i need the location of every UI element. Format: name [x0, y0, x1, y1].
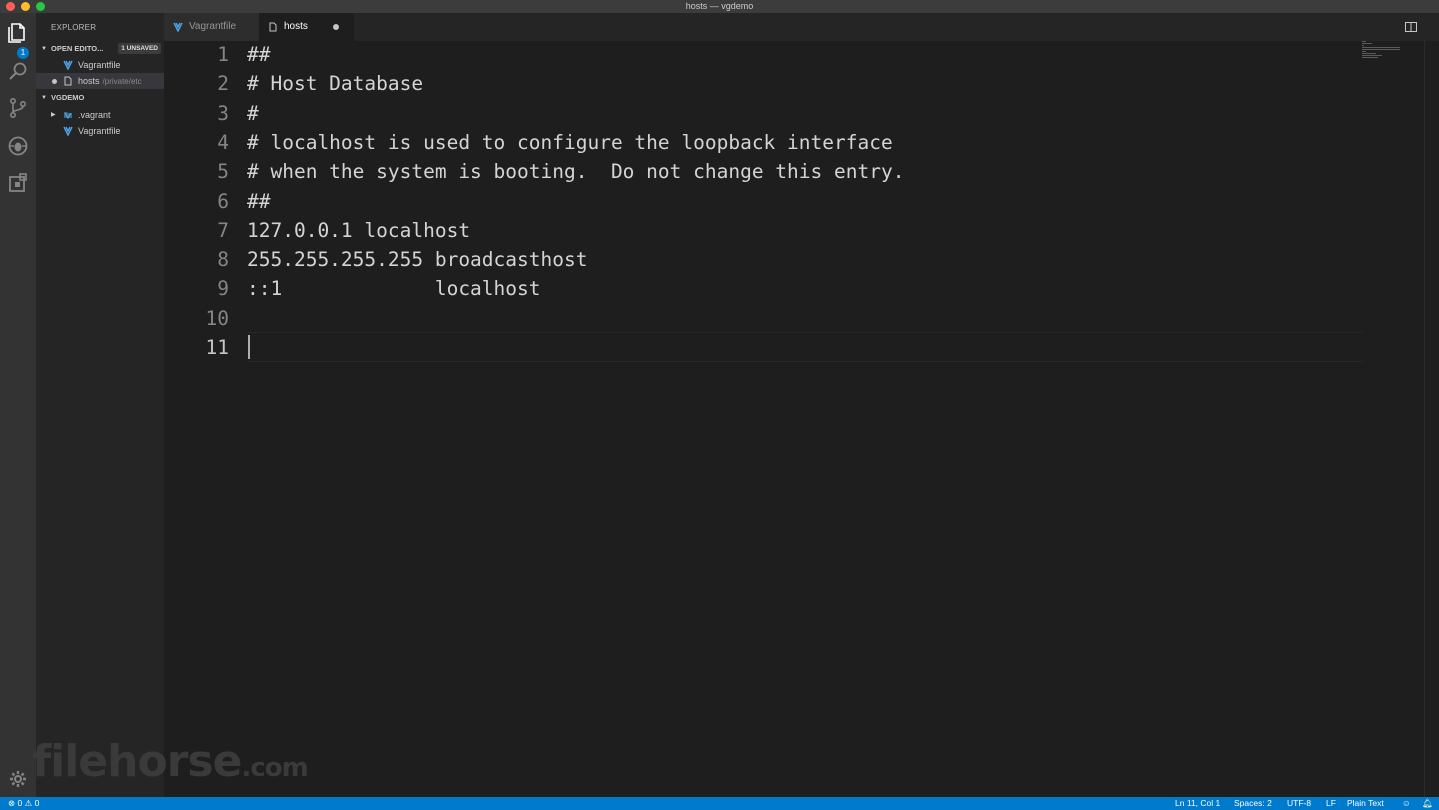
- line-text: 127.0.0.1 localhost: [247, 218, 471, 242]
- extensions-icon[interactable]: [6, 171, 30, 195]
- search-icon[interactable]: [6, 59, 30, 83]
- source-control-icon[interactable]: [6, 96, 30, 120]
- vertical-scrollbar[interactable]: [1424, 41, 1439, 797]
- line-text: #: [247, 101, 259, 125]
- minimap[interactable]: [1362, 41, 1407, 61]
- cursor-position[interactable]: Ln 11, Col 1: [1175, 797, 1220, 810]
- text-cursor: [248, 335, 250, 359]
- code-line[interactable]: 8 255.255.255.255 broadcasthost: [164, 245, 1364, 274]
- smiley-icon[interactable]: ☺: [1402, 797, 1411, 810]
- line-number: 3: [217, 101, 229, 125]
- split-editor-icon[interactable]: [1405, 22, 1417, 32]
- file-icon: [269, 22, 277, 32]
- code-line[interactable]: 11: [164, 333, 1364, 362]
- problems-indicator[interactable]: ⊗ 0 ⚠ 0: [8, 797, 39, 810]
- debug-icon[interactable]: [6, 134, 30, 158]
- line-number: 7: [217, 218, 229, 242]
- vagrant-folder-icon: [64, 112, 72, 120]
- workspace-label: VGDEMO: [51, 93, 85, 102]
- open-editor-item-hosts[interactable]: hosts/private/etc: [36, 73, 164, 89]
- line-number: 9: [217, 277, 229, 301]
- error-icon: ⊗: [8, 798, 16, 808]
- open-editor-name: Vagrantfile: [78, 60, 121, 70]
- unsaved-dot-icon: [52, 79, 57, 84]
- line-text: 255.255.255.255 broadcasthost: [247, 248, 588, 272]
- chevron-down-icon: ▼: [41, 46, 47, 52]
- eol-setting[interactable]: LF: [1326, 797, 1336, 810]
- workspace-header[interactable]: ▼ VGDEMO: [36, 91, 164, 105]
- window-maximize-button[interactable]: [36, 2, 45, 11]
- line-number: 4: [217, 130, 229, 154]
- sidebar-title: EXPLORER: [51, 23, 97, 32]
- open-editor-name: hosts: [78, 76, 100, 86]
- line-number: 10: [205, 306, 229, 330]
- encoding-setting[interactable]: UTF-8: [1287, 797, 1311, 810]
- vagrant-file-icon: [63, 60, 73, 70]
- language-mode[interactable]: Plain Text: [1347, 797, 1384, 810]
- open-editor-path: /private/etc: [102, 77, 142, 86]
- open-editors-label: OPEN EDITO...: [51, 44, 104, 53]
- indentation-setting[interactable]: Spaces: 2: [1234, 797, 1272, 810]
- vagrant-file-icon: [63, 126, 73, 136]
- code-line[interactable]: 5 # when the system is booting. Do not ch…: [164, 157, 1364, 186]
- tab-label: hosts: [284, 21, 308, 32]
- line-text: ##: [247, 43, 271, 66]
- tab-hosts[interactable]: hosts: [259, 13, 354, 41]
- warning-icon: ⚠: [24, 798, 33, 808]
- explorer-badge: 1: [17, 47, 29, 59]
- window-minimize-button[interactable]: [21, 2, 30, 11]
- tab-label: Vagrantfile: [189, 21, 237, 32]
- line-text: ::1 localhost: [247, 277, 541, 301]
- editor-tab-bar: Vagrantfile hosts: [164, 13, 1439, 41]
- error-count: 0: [17, 798, 23, 808]
- code-editor[interactable]: 1 ## 2 # Host Database 3 #4 # localhost is use…: [164, 41, 1439, 797]
- window-close-button[interactable]: [6, 2, 15, 11]
- chevron-down-icon: ▼: [41, 95, 47, 101]
- warning-count: 0: [34, 798, 40, 808]
- file-icon: [64, 76, 72, 86]
- tab-vagrantfile[interactable]: Vagrantfile: [164, 13, 259, 41]
- code-line[interactable]: 6 ##: [164, 187, 1364, 216]
- code-line[interactable]: 10: [164, 304, 1364, 333]
- tree-item-vagrantfile[interactable]: Vagrantfile: [36, 123, 164, 139]
- open-editor-item-vagrantfile[interactable]: Vagrantfile: [36, 57, 164, 73]
- activity-bar: 1: [0, 13, 36, 797]
- unsaved-dot-icon[interactable]: [333, 24, 339, 30]
- bell-icon[interactable]: 🔔︎: [1422, 797, 1433, 810]
- code-line[interactable]: 4 # localhost is used to configure the lo…: [164, 128, 1364, 157]
- code-line[interactable]: 1 ##: [164, 40, 1364, 69]
- explorer-sidebar: EXPLORER ▼ OPEN EDITO... 1 UNSAVED Vagra…: [36, 13, 164, 797]
- open-editors-header[interactable]: ▼ OPEN EDITO... 1 UNSAVED: [36, 42, 164, 56]
- chevron-right-icon: ▶: [51, 112, 56, 118]
- line-text: # Host Database: [247, 72, 424, 96]
- files-icon[interactable]: [6, 21, 30, 45]
- window-title: hosts — vgdemo: [685, 1, 754, 11]
- tree-item-name: Vagrantfile: [78, 126, 121, 136]
- line-number: 1: [217, 43, 229, 66]
- line-number: 2: [217, 72, 229, 96]
- gear-icon[interactable]: [6, 767, 30, 791]
- code-line[interactable]: 9::1 localhost: [164, 274, 1364, 303]
- tree-item-vagrant-folder[interactable]: ▶ .vagrant: [36, 107, 164, 123]
- unsaved-badge: 1 UNSAVED: [118, 43, 161, 54]
- line-number: 5: [217, 160, 229, 184]
- code-line[interactable]: 3 #: [164, 99, 1364, 128]
- code-line[interactable]: 2 # Host Database: [164, 69, 1364, 98]
- line-number: 6: [217, 189, 229, 213]
- title-bar: hosts — vgdemo: [0, 0, 1439, 13]
- filehorse-watermark: filehorse.com: [32, 736, 309, 787]
- line-number: 8: [217, 248, 229, 272]
- line-number: 11: [205, 336, 229, 359]
- code-line[interactable]: 7 127.0.0.1 localhost: [164, 216, 1364, 245]
- line-text: # localhost is used to configure the loo…: [247, 130, 893, 154]
- vagrant-file-icon: [173, 22, 183, 32]
- line-text: ##: [247, 189, 271, 213]
- status-bar: ⊗ 0 ⚠ 0 Ln 11, Col 1 Spaces: 2 UTF-8 LF …: [0, 797, 1439, 810]
- tree-item-name: .vagrant: [78, 110, 111, 120]
- line-text: # when the system is booting. Do not cha…: [247, 160, 905, 184]
